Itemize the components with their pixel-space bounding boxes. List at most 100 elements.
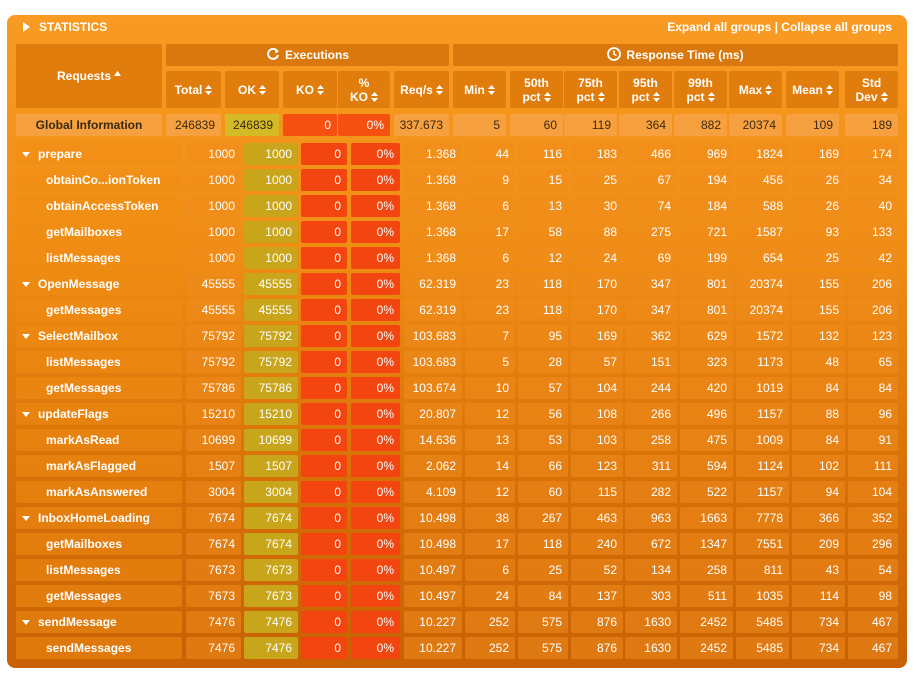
request-name-cell[interactable]: obtainCo...ionToken [16, 169, 182, 191]
request-name-cell[interactable]: listMessages [16, 351, 182, 373]
p99-cell: 511 [680, 585, 733, 607]
group-name-cell[interactable]: prepare [16, 143, 182, 165]
sort-icon [259, 85, 266, 96]
column-header-total[interactable]: Total [166, 71, 221, 108]
p95-cell: 282 [625, 481, 677, 503]
pct-ko-cell: 0% [351, 143, 400, 165]
group-name-cell[interactable]: sendMessage [16, 611, 182, 633]
expand-chevron-icon[interactable] [22, 619, 30, 625]
request-name-cell[interactable]: getMailboxes [16, 533, 182, 555]
p50-cell: 66 [518, 455, 568, 477]
p50-cell: 118 [518, 299, 568, 321]
column-header-std[interactable]: Std Dev [845, 71, 898, 108]
p95-cell: 67 [625, 169, 677, 191]
pct-ko-cell: 0% [351, 195, 400, 217]
column-header-p75[interactable]: 75th pct [564, 71, 617, 108]
group-name-cell[interactable]: updateFlags [16, 403, 182, 425]
sort-up-icon [114, 70, 122, 76]
mean-cell: 132 [792, 325, 845, 347]
total-cell: 15210 [186, 403, 241, 425]
row-name-label: getMessages [46, 381, 122, 395]
request-name-cell[interactable]: getMessages [16, 299, 182, 321]
request-name-cell[interactable]: getMessages [16, 377, 182, 399]
min-cell: 44 [465, 143, 515, 165]
request-name-cell[interactable]: markAsFlagged [16, 455, 182, 477]
pct-ko-cell: 0% [351, 455, 400, 477]
column-header-p95[interactable]: 95th pct [619, 71, 672, 108]
p75-cell: 108 [571, 403, 623, 425]
column-header-label: Total [174, 82, 203, 97]
row-name-label: markAsAnswered [46, 485, 148, 499]
expand-chevron-icon[interactable] [22, 515, 30, 521]
request-name-cell[interactable]: getMessages [16, 585, 182, 607]
column-header-ok[interactable]: OK [225, 71, 279, 108]
std-cell: 174 [848, 143, 898, 165]
group-name-cell[interactable]: SelectMailbox [16, 325, 182, 347]
global-p95-cell: 364 [619, 114, 672, 136]
ok-cell: 7476 [244, 611, 298, 633]
ko-cell: 0 [301, 533, 347, 555]
expand-chevron-icon[interactable] [22, 411, 30, 417]
collapse-all-groups-link[interactable]: Collapse all groups [781, 20, 892, 34]
max-cell: 20374 [736, 273, 789, 295]
column-header-min[interactable]: Min [453, 71, 506, 108]
request-name-cell[interactable]: obtainAccessToken [16, 195, 182, 217]
column-header-label-line1: 95th [633, 75, 658, 90]
pct-ko-cell: 0% [351, 273, 400, 295]
column-header-reqs[interactable]: Req/s [394, 71, 449, 108]
column-header-label-line2: KO [350, 89, 368, 104]
request-name-cell[interactable]: markAsAnswered [16, 481, 182, 503]
ko-cell: 0 [301, 507, 347, 529]
request-name-cell[interactable]: getMailboxes [16, 221, 182, 243]
total-cell: 1000 [186, 143, 241, 165]
request-name-cell[interactable]: listMessages [16, 559, 182, 581]
group-name-cell[interactable]: InboxHomeLoading [16, 507, 182, 529]
ko-cell: 0 [301, 325, 347, 347]
p95-cell: 672 [625, 533, 677, 555]
column-header-ko[interactable]: KO [283, 71, 337, 108]
pct-ko-cell: 0% [351, 429, 400, 451]
mean-cell: 94 [792, 481, 845, 503]
ko-cell: 0 [301, 377, 347, 399]
request-name-cell[interactable]: listMessages [16, 247, 182, 269]
row-name-label: InboxHomeLoading [38, 511, 150, 525]
column-header-p99[interactable]: 99th pct [674, 71, 727, 108]
request-name-cell[interactable]: sendMessages [16, 637, 182, 659]
response-time-header: Response Time (ms) [453, 44, 898, 66]
total-cell: 45555 [186, 273, 241, 295]
p75-cell: 115 [571, 481, 623, 503]
p50-cell: 575 [518, 611, 568, 633]
p99-cell: 2452 [680, 637, 733, 659]
p99-cell: 323 [680, 351, 733, 373]
column-header-pct-ko[interactable]: % KO [338, 71, 390, 108]
expand-chevron-icon[interactable] [22, 281, 30, 287]
expand-all-groups-link[interactable]: Expand all groups [667, 20, 771, 34]
statistics-title[interactable]: STATISTICS [23, 20, 107, 34]
p99-cell: 2452 [680, 611, 733, 633]
request-name-cell[interactable]: markAsRead [16, 429, 182, 451]
min-cell: 6 [465, 247, 515, 269]
group-name-cell[interactable]: OpenMessage [16, 273, 182, 295]
column-header-label-line2-wrap: pct [577, 90, 605, 104]
p99-cell: 475 [680, 429, 733, 451]
p99-cell: 801 [680, 273, 733, 295]
reqs-cell: 10.498 [404, 507, 462, 529]
reqs-cell: 62.319 [404, 299, 462, 321]
column-header-p50[interactable]: 50th pct [510, 71, 563, 108]
column-header-mean[interactable]: Mean [786, 71, 839, 108]
p50-cell: 13 [518, 195, 568, 217]
column-header-label-line1: % [358, 75, 370, 90]
p75-cell: 170 [571, 273, 623, 295]
ok-cell: 1000 [244, 195, 298, 217]
expand-chevron-icon[interactable] [22, 151, 30, 157]
max-cell: 1124 [736, 455, 789, 477]
column-header-max[interactable]: Max [729, 71, 782, 108]
row-name-label: obtainCo...ionToken [46, 173, 161, 187]
p95-cell: 466 [625, 143, 677, 165]
row-name-label: getMessages [46, 303, 122, 317]
p75-cell: 103 [571, 429, 623, 451]
expand-chevron-icon[interactable] [22, 333, 30, 339]
requests-header[interactable]: Requests [16, 44, 162, 108]
ok-cell: 1000 [244, 143, 298, 165]
collapse-triangle-icon[interactable] [23, 22, 30, 32]
